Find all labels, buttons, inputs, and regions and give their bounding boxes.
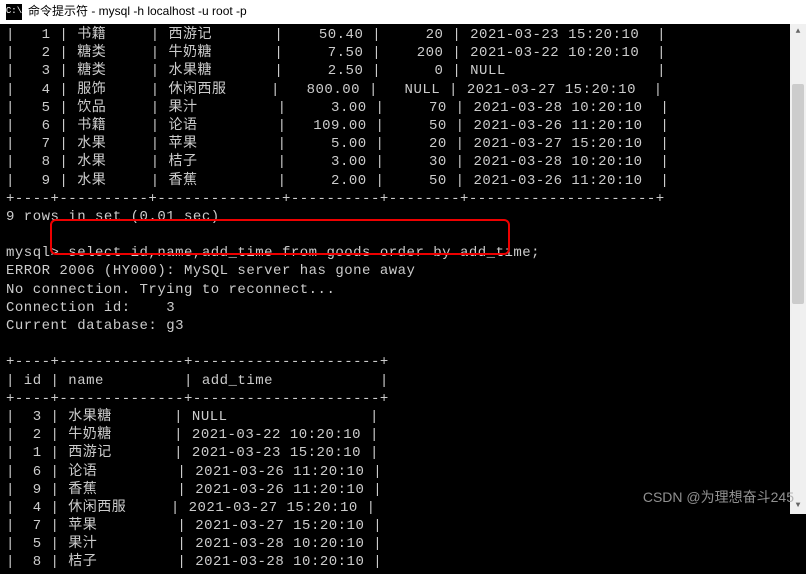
window-title-bar: C:\ 命令提示符 - mysql -h localhost -u root -… xyxy=(0,0,806,24)
scroll-thumb[interactable] xyxy=(792,84,804,304)
cmd-icon: C:\ xyxy=(6,4,22,20)
vertical-scrollbar[interactable]: ▲ ▼ xyxy=(790,24,806,514)
watermark-text: CSDN @为理想奋斗245 xyxy=(643,488,794,506)
scroll-up-arrow[interactable]: ▲ xyxy=(790,24,806,40)
window-title: 命令提示符 - mysql -h localhost -u root -p xyxy=(28,4,247,20)
